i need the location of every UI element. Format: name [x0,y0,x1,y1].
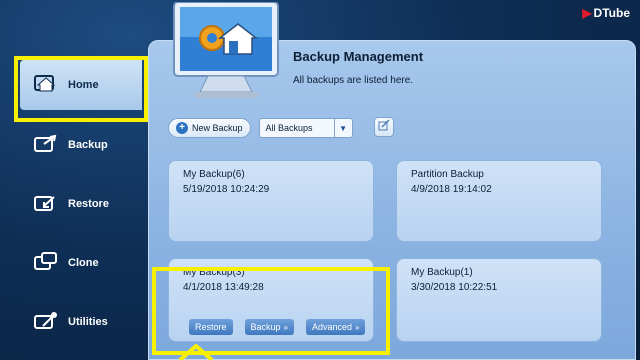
page-title: Backup Management [293,49,424,64]
edit-icon [378,118,390,136]
play-icon: ▶ [582,6,592,20]
backup-icon [34,134,58,156]
plus-icon: + [176,122,188,134]
backup-date: 4/9/2018 19:14:02 [411,184,492,195]
utilities-icon [34,311,58,333]
backup-name: My Backup(6) [183,169,245,180]
page-subtitle: All backups are listed here. [293,75,414,86]
backup-card[interactable]: Partition Backup 4/9/2018 19:14:02 [396,160,602,242]
sidebar-item-clone[interactable]: Clone [20,238,142,288]
backup-date: 5/19/2018 10:24:29 [183,184,270,195]
highlight-arrow [178,343,214,360]
backup-date: 3/30/2018 10:22:51 [411,282,498,293]
new-backup-button[interactable]: + New Backup [168,118,251,138]
sidebar-item-restore[interactable]: Restore [20,179,142,229]
sidebar-item-utilities[interactable]: Utilities [20,297,142,347]
backup-name: My Backup(1) [411,267,473,278]
backup-card[interactable]: My Backup(6) 5/19/2018 10:24:29 [168,160,374,242]
sidebar-item-backup[interactable]: Backup [20,120,142,170]
home-highlight-box [14,56,148,122]
restore-icon [34,193,58,215]
chevron-down-icon: ▼ [333,119,352,137]
toolbar: + New Backup All Backups ▼ [168,117,353,139]
selected-backup-highlight-box [152,267,390,355]
backup-filter-select[interactable]: All Backups ▼ [258,118,353,138]
dtube-logo: ▶ DTube [582,6,630,20]
clone-icon [34,252,58,274]
edit-button[interactable] [374,117,394,137]
backup-monitor-illustration [172,1,280,100]
backup-name: Partition Backup [411,169,484,180]
backup-card[interactable]: My Backup(1) 3/30/2018 10:22:51 [396,258,602,342]
